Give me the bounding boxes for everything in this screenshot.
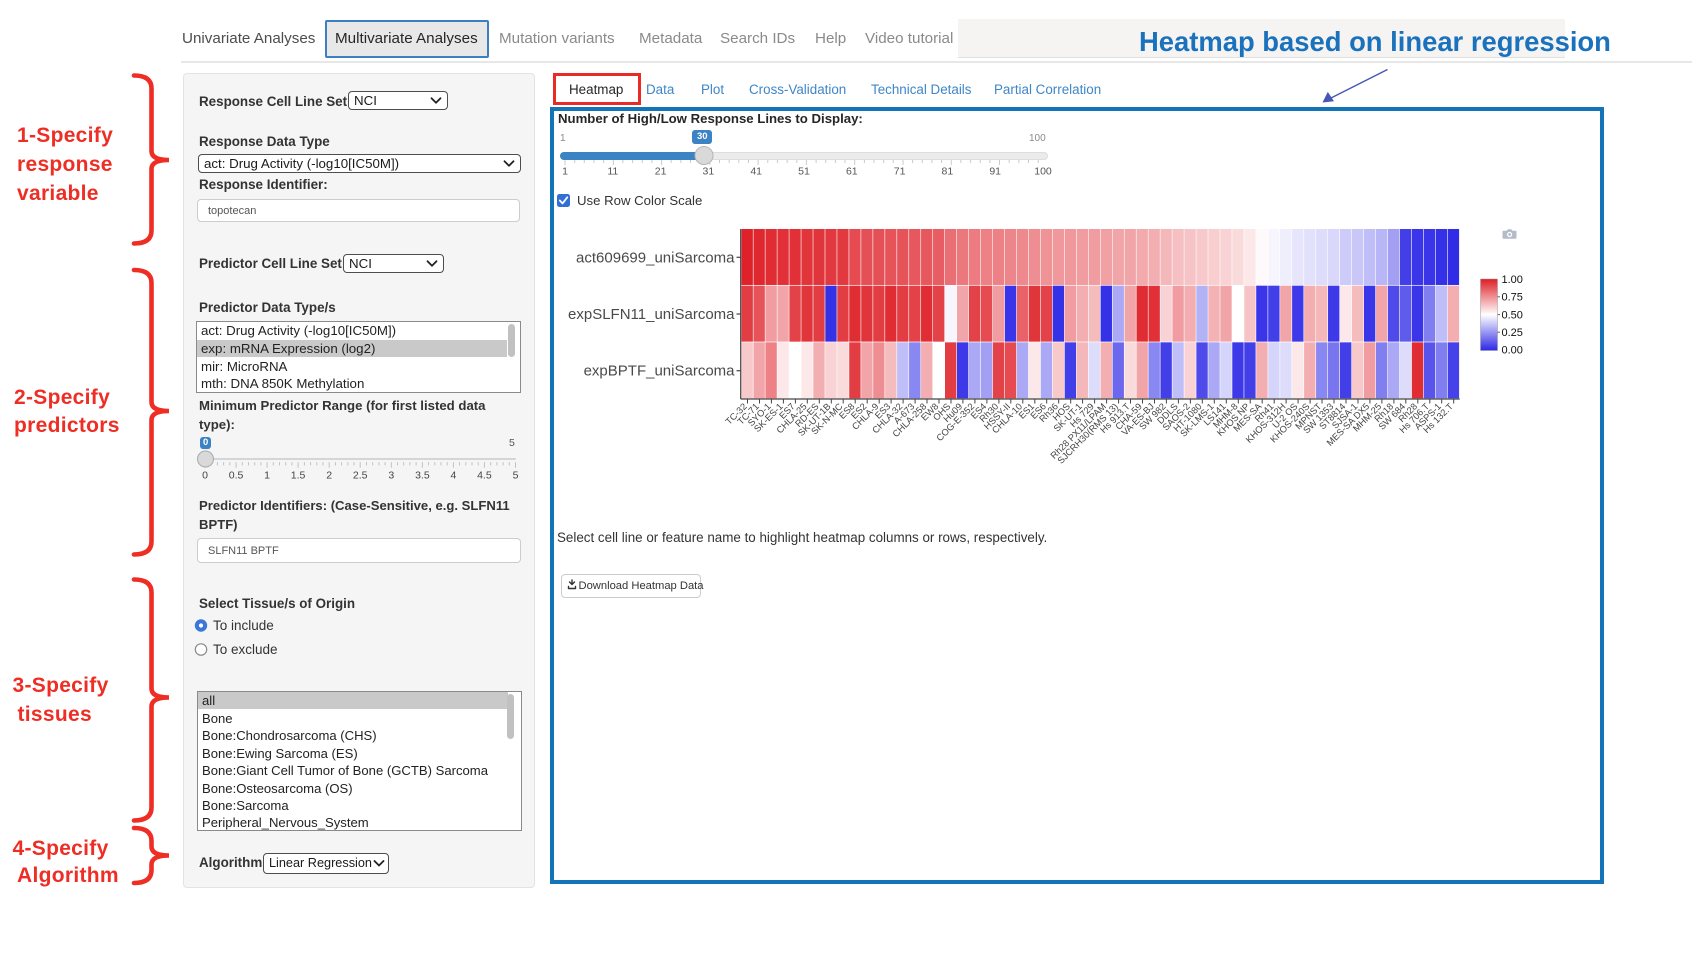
svg-text:act609699_uniSarcoma: act609699_uniSarcoma [576, 249, 735, 266]
svg-text:expBPTF_uniSarcoma: expBPTF_uniSarcoma [584, 363, 736, 380]
svg-text:1: 1 [562, 166, 568, 178]
svg-text:3: 3 [388, 470, 394, 482]
svg-text:5: 5 [513, 470, 519, 482]
svg-text:2: 2 [326, 470, 332, 482]
svg-text:71: 71 [894, 166, 906, 178]
svg-text:4.5: 4.5 [477, 470, 492, 482]
svg-text:1: 1 [264, 470, 270, 482]
svg-text:3.5: 3.5 [415, 470, 430, 482]
svg-text:81: 81 [942, 166, 954, 178]
svg-text:41: 41 [750, 166, 762, 178]
svg-text:1.00: 1.00 [1502, 274, 1523, 286]
svg-text:0.50: 0.50 [1502, 309, 1523, 321]
svg-text:11: 11 [607, 166, 618, 178]
svg-text:31: 31 [703, 166, 715, 178]
svg-text:expSLFN11_uniSarcoma: expSLFN11_uniSarcoma [568, 306, 735, 323]
svg-text:100: 100 [1034, 166, 1052, 178]
svg-text:1.5: 1.5 [291, 470, 306, 482]
svg-text:91: 91 [989, 166, 1001, 178]
svg-text:21: 21 [655, 166, 667, 178]
svg-text:61: 61 [846, 166, 858, 178]
svg-text:0.00: 0.00 [1502, 345, 1523, 357]
svg-text:0: 0 [202, 470, 208, 482]
svg-text:0.25: 0.25 [1502, 327, 1523, 339]
svg-text:2.5: 2.5 [353, 470, 368, 482]
svg-text:4: 4 [450, 470, 456, 482]
svg-text:0.5: 0.5 [229, 470, 244, 482]
svg-text:51: 51 [798, 166, 810, 178]
svg-text:0.75: 0.75 [1502, 292, 1523, 304]
